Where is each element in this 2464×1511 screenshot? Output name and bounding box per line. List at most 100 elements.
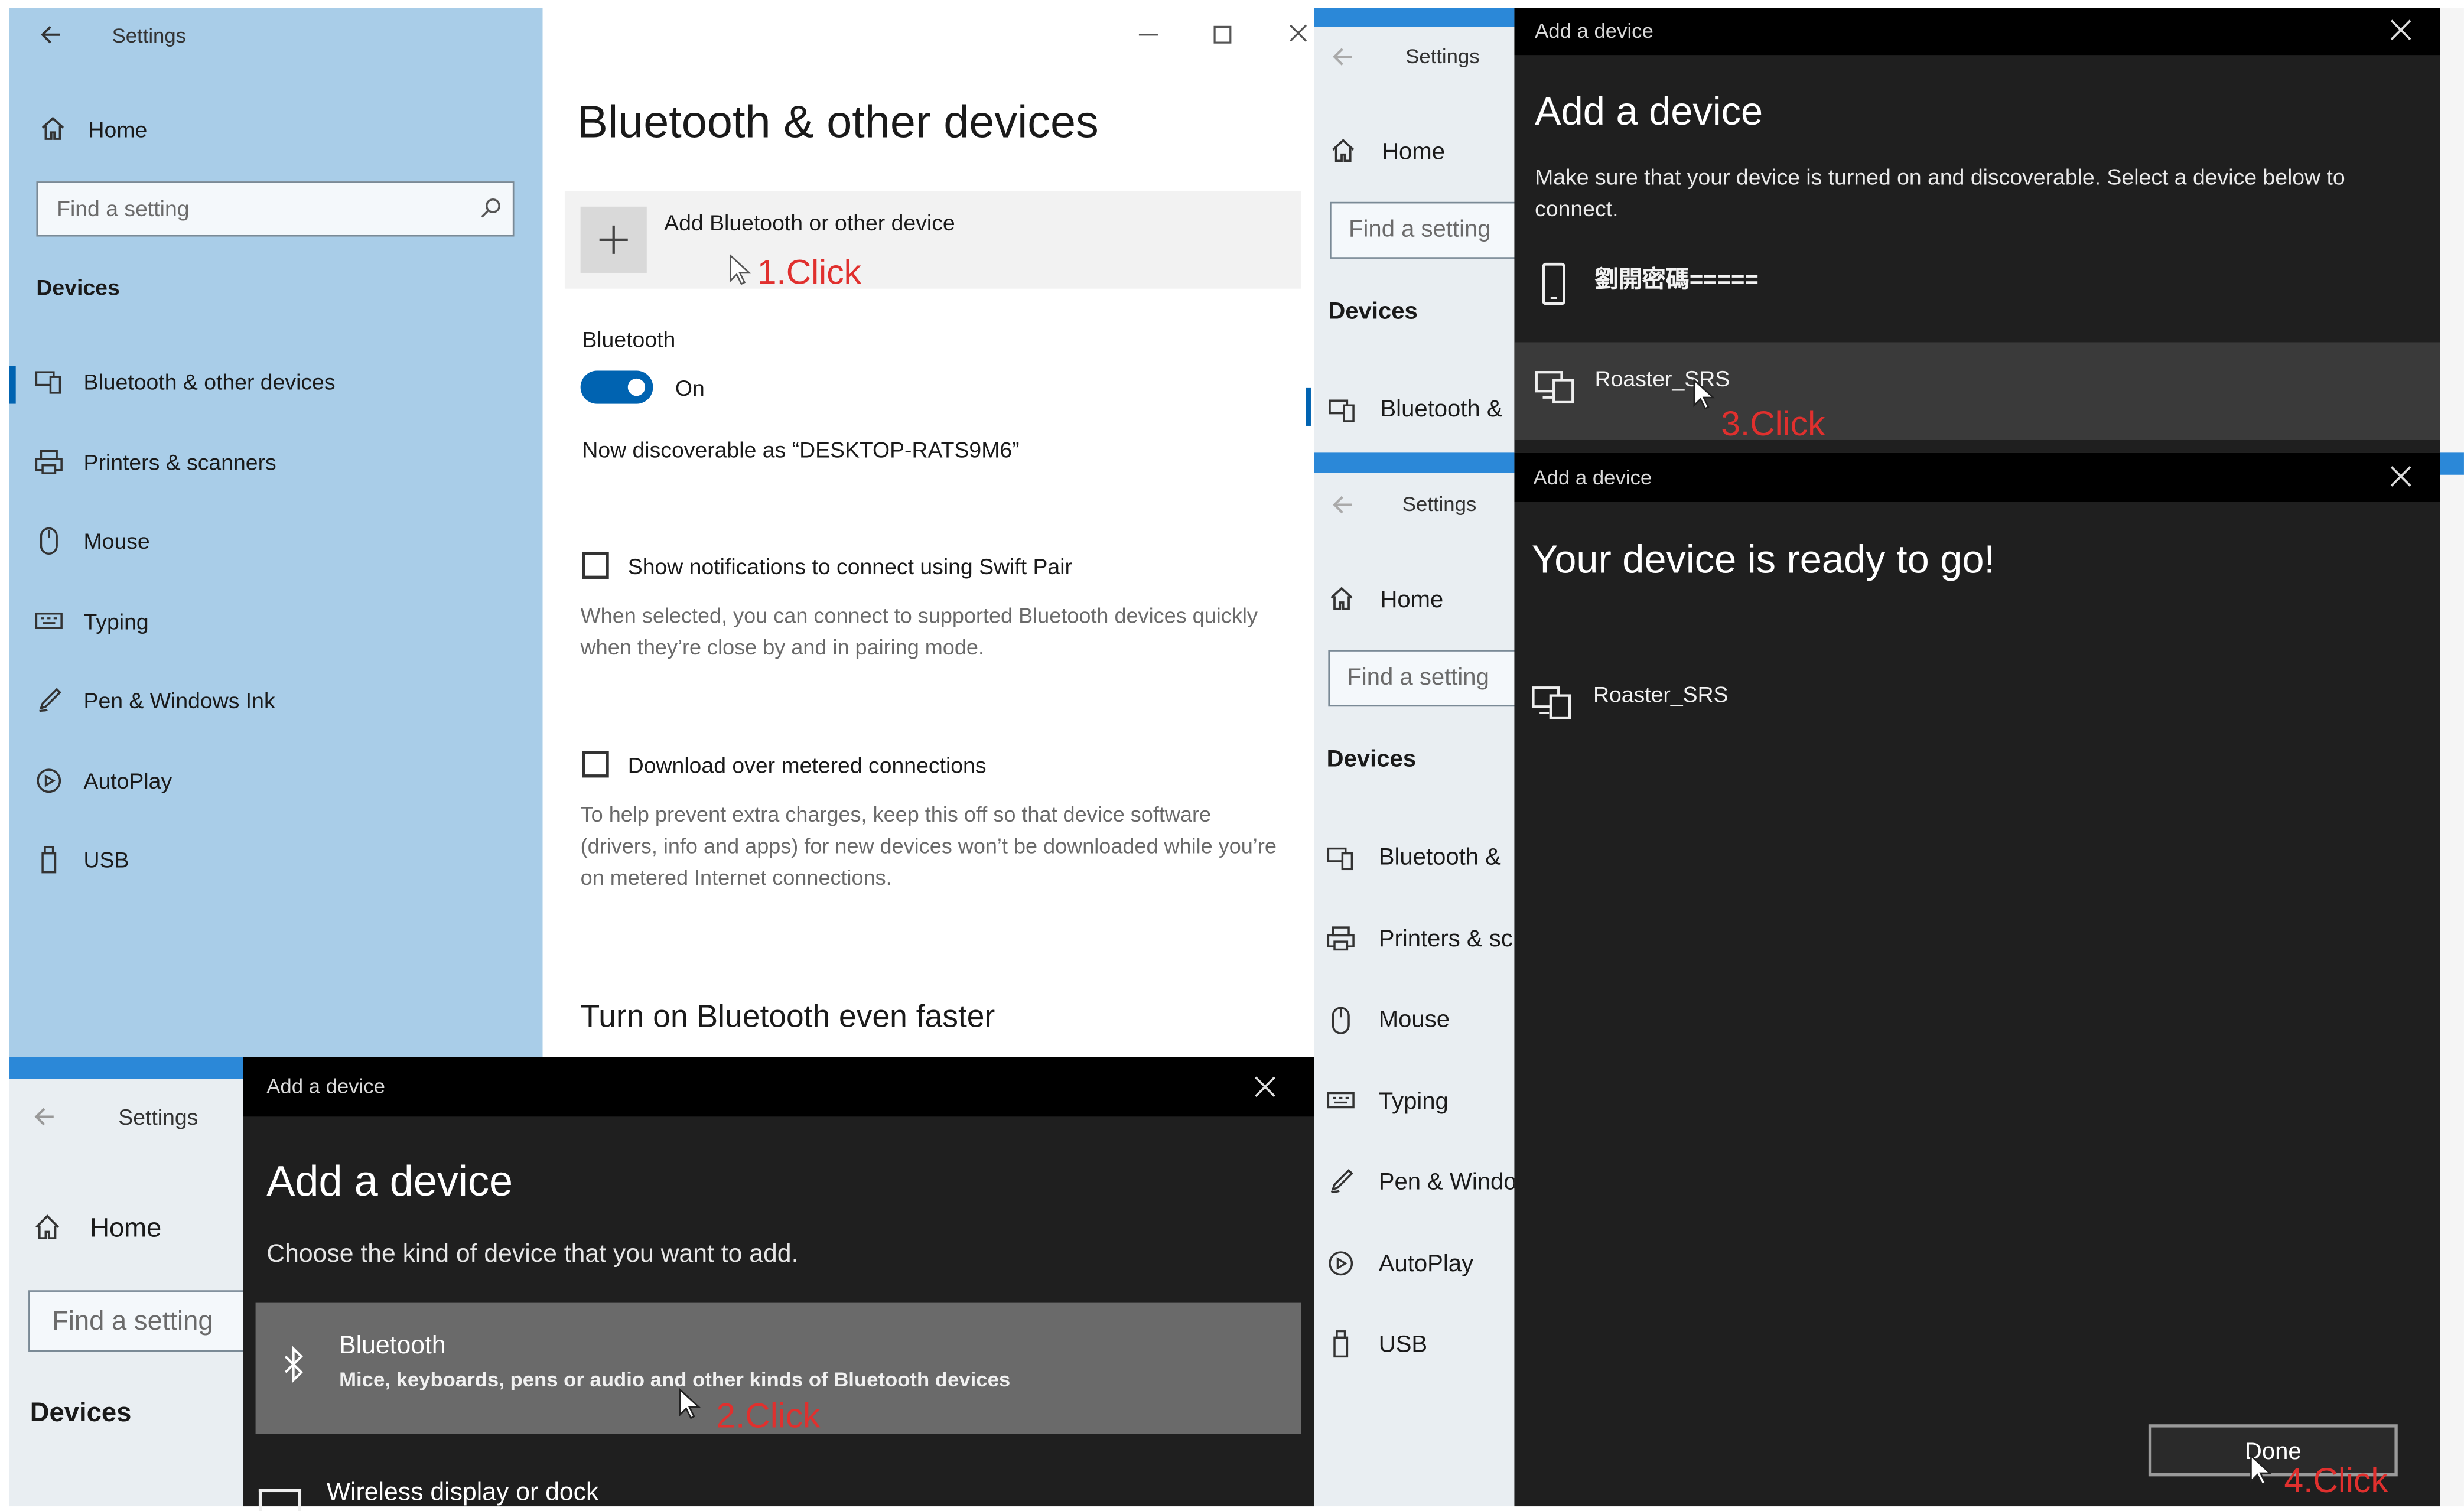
bluetooth-label: Bluetooth [582, 326, 676, 352]
right-edge [2440, 8, 2464, 1507]
search-input[interactable]: Find a setting [28, 1290, 249, 1352]
dialog-titlebar: Add a device [243, 1057, 1314, 1117]
close-icon[interactable] [2390, 19, 2411, 41]
metered-checkbox[interactable] [582, 751, 609, 778]
bluetooth-toggle[interactable] [580, 370, 653, 404]
search-placeholder: Find a setting [1349, 216, 1491, 243]
add-plus-tile [580, 206, 647, 273]
phone-icon [1541, 262, 1567, 306]
home-icon [33, 1213, 61, 1241]
cursor-arrow-icon [2250, 1454, 2272, 1486]
swift-pair-label: Show notifications to connect using Swif… [627, 553, 1072, 579]
home-icon [1328, 585, 1355, 612]
dialog-body: Your device is ready to go! Roaster_SRS … [1514, 502, 2440, 1507]
sidebar-item-usb[interactable]: USB [1379, 1331, 1427, 1358]
cursor-arrow-icon [1692, 378, 1715, 410]
close-icon[interactable] [2390, 465, 2411, 487]
settings-main-1 [542, 8, 1314, 1057]
search-placeholder: Find a setting [1347, 664, 1489, 691]
device-item-phone[interactable]: 劉開密碼===== [1595, 262, 1759, 295]
search-input[interactable]: Find a setting [36, 181, 515, 237]
option-desc: Mice, keyboards, pens or audio and other… [339, 1367, 1011, 1392]
maximize-icon[interactable] [1213, 25, 1232, 44]
page-title: Bluetooth & other devices [577, 97, 1099, 149]
dialog-desc: Make sure that your device is turned on … [1535, 164, 2345, 221]
sidebar-item-bluetooth[interactable]: Bluetooth & [1380, 396, 1502, 422]
home-link[interactable]: Home [1382, 139, 1445, 165]
dialog-heading: Your device is ready to go! [1531, 538, 1996, 582]
cursor-arrow-icon [729, 253, 751, 285]
autoplay-icon [35, 767, 63, 795]
sidebar-item-typing[interactable]: Typing [1379, 1088, 1449, 1115]
mouse-icon [35, 527, 63, 555]
home-link[interactable]: Home [1380, 587, 1443, 613]
option-wireless-icon [258, 1489, 302, 1511]
cursor-arrow-icon [678, 1388, 701, 1419]
search-input[interactable]: Find a setting [1330, 201, 1519, 259]
section-heading: Devices [36, 274, 120, 300]
sidebar-item-autoplay[interactable]: AutoPlay [1379, 1251, 1473, 1278]
accent-strip-2 [9, 1057, 243, 1079]
sidebar-item-bluetooth[interactable]: Bluetooth & [1379, 844, 1501, 871]
home-link[interactable]: Home [90, 1213, 161, 1244]
section-title-faster: Turn on Bluetooth even faster [580, 999, 995, 1035]
add-device-button[interactable]: Add Bluetooth or other device [564, 191, 1301, 289]
sidebar-item-label: Mouse [83, 528, 150, 554]
search-input[interactable]: Find a setting [1328, 650, 1519, 707]
dialog-subtitle: Choose the kind of device that you want … [266, 1241, 799, 1268]
sidebar-item-usb[interactable]: USB [35, 845, 129, 874]
section-heading: Devices [1326, 746, 1417, 773]
section-heading: Devices [1328, 298, 1418, 325]
bluetooth-devices-icon [1328, 396, 1356, 424]
step-annotation-2: 2.Click [716, 1396, 821, 1435]
sidebar-item-mouse[interactable]: Mouse [35, 527, 150, 555]
back-arrow-icon[interactable] [1330, 44, 1355, 70]
back-arrow-icon[interactable] [1330, 492, 1355, 517]
step-annotation-4: 4.Click [2284, 1460, 2388, 1500]
mouse-icon [1327, 1007, 1355, 1035]
keyboard-icon [1327, 1087, 1355, 1115]
sidebar-item-label: Printers & scanners [83, 450, 276, 475]
minimize-icon[interactable] [1137, 22, 1159, 44]
sidebar-item-pen[interactable]: Pen & Windows Ink [35, 686, 275, 715]
sidebar-item-typing[interactable]: Typing [35, 607, 149, 636]
swift-pair-checkbox[interactable] [582, 552, 609, 579]
search-placeholder: Find a setting [57, 196, 190, 221]
sidebar-item-printers[interactable]: Printers & scanners [35, 448, 276, 476]
search-placeholder: Find a setting [52, 1305, 213, 1336]
sidebar-item-label: Bluetooth & other devices [83, 369, 336, 395]
printer-icon [35, 448, 63, 476]
window-title: Settings [1402, 492, 1477, 516]
sidebar-item-bluetooth[interactable]: Bluetooth & other devices [35, 367, 336, 396]
sidebar-item-pen[interactable]: Pen & Windo [1379, 1169, 1515, 1196]
sidebar-item-mouse[interactable]: Mouse [1379, 1007, 1450, 1033]
close-icon[interactable] [1289, 24, 1308, 45]
back-arrow-icon[interactable] [31, 1104, 57, 1129]
bluetooth-devices-icon [1327, 844, 1355, 872]
home-icon [40, 115, 66, 142]
sidebar-item-printers[interactable]: Printers & sc [1379, 926, 1515, 952]
bluetooth-icon [282, 1346, 304, 1383]
dialog-heading: Add a device [266, 1157, 513, 1206]
back-arrow-icon[interactable] [38, 22, 63, 47]
swift-pair-desc: When selected, you can connect to suppor… [580, 604, 1258, 660]
plus-icon [599, 225, 628, 254]
step-annotation-1: 1.Click [757, 252, 861, 292]
dialog-body: Add a device Choose the kind of device t… [243, 1116, 1314, 1511]
keyboard-icon [35, 607, 63, 636]
usb-icon [1327, 1330, 1355, 1358]
step-annotation-3: 3.Click [1721, 403, 1825, 444]
search-icon [480, 197, 502, 219]
sidebar-item-autoplay[interactable]: AutoPlay [35, 767, 172, 795]
close-icon[interactable] [1254, 1076, 1276, 1098]
bluetooth-state: On [675, 375, 705, 401]
sidebar-item-label: AutoPlay [83, 768, 172, 794]
dialog-title: Add a device [1533, 465, 1652, 489]
home-link[interactable]: Home [89, 117, 148, 142]
sidebar-item-label: Pen & Windows Ink [83, 688, 275, 713]
dialog-heading: Add a device [1535, 90, 1763, 134]
autoplay-icon [1327, 1249, 1355, 1278]
device-item-roaster[interactable]: Roaster_SRS [1514, 342, 2440, 440]
add-device-label: Add Bluetooth or other device [664, 210, 955, 235]
option-wireless-title[interactable]: Wireless display or dock [327, 1480, 599, 1508]
